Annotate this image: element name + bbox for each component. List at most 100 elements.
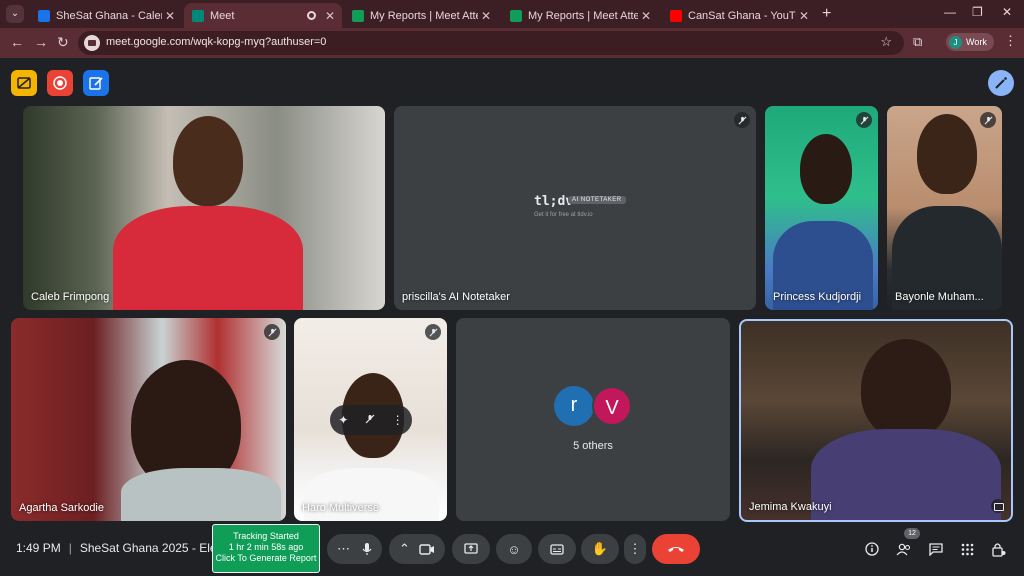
present-screen-button[interactable] bbox=[452, 534, 490, 564]
close-icon[interactable]: ✕ bbox=[322, 9, 338, 23]
minimize-icon[interactable]: — bbox=[944, 5, 956, 19]
info-icon bbox=[865, 542, 879, 556]
extensions-icon[interactable]: ⧉ bbox=[913, 34, 922, 50]
mute-participant-icon[interactable] bbox=[365, 413, 375, 427]
end-call-icon bbox=[668, 547, 684, 552]
tab-attendance-2[interactable]: My Reports | Meet Attendance ✕ bbox=[502, 3, 658, 28]
recording-indicator-icon bbox=[307, 11, 316, 20]
participant-tile-princess[interactable]: Princess Kudjordji bbox=[765, 106, 878, 310]
more-vert-icon: ⋮ bbox=[628, 541, 642, 556]
maximize-icon[interactable]: ❐ bbox=[972, 5, 983, 19]
captions-icon bbox=[550, 543, 564, 555]
tile-hover-controls: ✦ ⋮ bbox=[330, 405, 412, 435]
tracker-action: Click To Generate Report bbox=[215, 553, 317, 563]
lock-person-icon bbox=[992, 542, 1006, 557]
meeting-info: 1:49 PM | SheSat Ghana 2025 - Ele... bbox=[16, 541, 227, 555]
participant-tile-jemima[interactable]: Jemima Kwakuyi bbox=[739, 319, 1013, 522]
participant-name: Jemima Kwakuyi bbox=[749, 501, 832, 513]
present-screen-icon bbox=[464, 543, 478, 554]
address-bar[interactable]: meet.google.com/wqk-kopg-myq?authuser=0 … bbox=[78, 31, 904, 55]
participant-tile-haro[interactable]: ✦ ⋮ Haro Multiverse bbox=[294, 318, 447, 521]
visual-effects-button[interactable] bbox=[988, 70, 1014, 96]
back-icon[interactable]: ← bbox=[10, 34, 24, 50]
tab-search-button[interactable]: ⌄ bbox=[6, 5, 24, 23]
mic-off-icon bbox=[425, 324, 441, 340]
browser-menu-icon[interactable]: ⋮ bbox=[1004, 33, 1017, 49]
others-tile[interactable]: r V 5 others bbox=[456, 318, 730, 521]
captions-status-button[interactable] bbox=[11, 70, 37, 96]
check-icon bbox=[352, 9, 364, 22]
activities-button[interactable] bbox=[958, 540, 976, 558]
tldv-tagline: Get it for free at tldv.io bbox=[534, 212, 593, 218]
participant-tile-agartha[interactable]: Agartha Sarkodie bbox=[11, 318, 286, 521]
mic-icon[interactable] bbox=[362, 542, 372, 556]
profile-button[interactable]: J Work bbox=[946, 33, 994, 51]
mic-control-group: ⋯ bbox=[327, 534, 382, 564]
tab-youtube[interactable]: CanSat Ghana - YouTube ✕ bbox=[662, 3, 816, 28]
camera-control-group: ⌃ bbox=[389, 534, 445, 564]
tab-meet[interactable]: Meet ✕ bbox=[184, 3, 342, 28]
browser-toolbar: ← → ↻ meet.google.com/wqk-kopg-myq?authu… bbox=[0, 28, 1024, 58]
tracker-status: Tracking Started bbox=[233, 531, 299, 541]
reload-icon[interactable]: ↻ bbox=[57, 34, 69, 51]
check-icon bbox=[510, 9, 522, 22]
picture-in-picture-icon[interactable] bbox=[991, 499, 1005, 513]
avatar: r bbox=[554, 386, 594, 426]
meeting-details-button[interactable] bbox=[863, 540, 881, 558]
mic-off-icon bbox=[980, 112, 996, 128]
tab-attendance-1[interactable]: My Reports | Meet Attendance ✕ bbox=[344, 3, 498, 28]
notes-pencil-icon bbox=[89, 77, 103, 90]
tab-title: My Reports | Meet Attendance bbox=[370, 9, 478, 22]
close-icon[interactable]: ✕ bbox=[478, 9, 494, 23]
divider: | bbox=[68, 541, 72, 555]
leave-call-button[interactable] bbox=[652, 534, 700, 564]
close-icon[interactable]: ✕ bbox=[162, 9, 178, 23]
profile-label: Work bbox=[966, 37, 987, 47]
attendance-tracker-button[interactable]: Tracking Started 1 hr 2 min 58s ago Clic… bbox=[212, 524, 320, 573]
participant-video bbox=[173, 116, 243, 206]
pin-icon[interactable]: ✦ bbox=[338, 413, 348, 427]
participant-name: Bayonle Muham... bbox=[895, 291, 984, 303]
take-notes-button[interactable] bbox=[83, 70, 109, 96]
tab-title: SheSat Ghana - Calendar - Wee bbox=[56, 9, 162, 22]
raise-hand-button[interactable]: ✋ bbox=[581, 534, 619, 564]
bookmark-star-icon[interactable]: ☆ bbox=[880, 34, 892, 50]
chat-button[interactable] bbox=[927, 540, 945, 558]
participant-tile-notetaker[interactable]: tl;dv AI NOTETAKER Get it for free at tl… bbox=[394, 106, 756, 310]
tab-title: CanSat Ghana - YouTube bbox=[688, 9, 796, 22]
avatar: J bbox=[949, 35, 962, 49]
clock-time: 1:49 PM bbox=[16, 541, 61, 555]
chevron-up-icon[interactable]: ⌃ bbox=[399, 541, 410, 557]
people-icon bbox=[896, 543, 911, 555]
url-text[interactable]: meet.google.com/wqk-kopg-myq?authuser=0 bbox=[106, 36, 326, 48]
participant-name: Princess Kudjordji bbox=[773, 291, 862, 303]
recording-button[interactable] bbox=[47, 70, 73, 96]
meet-icon bbox=[192, 9, 204, 22]
camera-icon[interactable] bbox=[419, 543, 435, 555]
participant-name: priscilla's AI Notetaker bbox=[402, 291, 510, 303]
participant-video bbox=[811, 429, 1001, 520]
participant-video bbox=[113, 206, 303, 310]
reactions-button[interactable]: ☺ bbox=[496, 534, 532, 564]
forward-icon[interactable]: → bbox=[34, 34, 48, 50]
hand-icon: ✋ bbox=[591, 541, 609, 556]
close-icon[interactable]: ✕ bbox=[638, 9, 654, 23]
emoji-icon: ☺ bbox=[507, 541, 521, 557]
captions-button[interactable] bbox=[538, 534, 576, 564]
tab-calendar[interactable]: SheSat Ghana - Calendar - Wee ✕ bbox=[30, 3, 182, 28]
site-info-icon[interactable] bbox=[84, 35, 100, 51]
more-options-icon[interactable]: ⋮ bbox=[392, 413, 404, 427]
mic-off-icon bbox=[856, 112, 872, 128]
participant-name: Caleb Frimpong bbox=[31, 291, 110, 303]
participant-tile-bayonle[interactable]: Bayonle Muham... bbox=[887, 106, 1002, 310]
audio-options-icon[interactable]: ⋯ bbox=[337, 541, 350, 557]
participant-video bbox=[917, 114, 977, 194]
participant-tile-caleb[interactable]: Caleb Frimpong bbox=[23, 106, 385, 310]
new-tab-button[interactable]: + bbox=[822, 5, 831, 23]
host-controls-button[interactable] bbox=[990, 540, 1008, 558]
people-button[interactable] bbox=[895, 540, 913, 558]
close-icon[interactable]: ✕ bbox=[796, 9, 812, 23]
window-close-icon[interactable]: ✕ bbox=[1002, 5, 1012, 19]
others-count-label: 5 others bbox=[573, 440, 613, 452]
more-options-button[interactable]: ⋮ bbox=[624, 534, 646, 564]
